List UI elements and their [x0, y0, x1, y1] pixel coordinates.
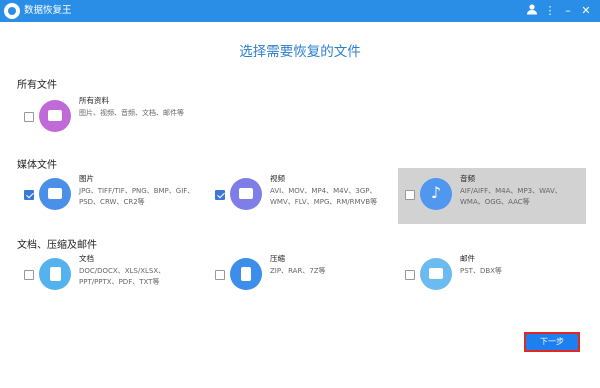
card-title: 压缩 — [270, 254, 285, 263]
card-desc: JPG、TIFF/TIF、PNG、BMP、GIF、PSD、CRW、CR2等 — [79, 187, 195, 206]
card-title: 所有资料 — [79, 96, 109, 105]
card-document[interactable]: 文档 DOC/DOCX、XLS/XLSX、PPT/PPTX、PDF、TXT等 — [17, 248, 205, 304]
card-mail[interactable]: 邮件 PST、DBX等 — [398, 248, 586, 304]
card-all-data[interactable]: 所有资料 图片、视频、音频、文档、邮件等 — [17, 90, 205, 146]
checkbox-image[interactable] — [24, 190, 34, 200]
card-image[interactable]: 图片 JPG、TIFF/TIF、PNG、BMP、GIF、PSD、CRW、CR2等 — [17, 168, 205, 224]
card-archive[interactable]: 压缩 ZIP、RAR、7Z等 — [208, 248, 396, 304]
card-desc: 图片、视频、音频、文档、邮件等 — [79, 109, 184, 117]
checkbox-video[interactable] — [215, 190, 225, 200]
card-title: 视频 — [270, 174, 285, 183]
next-step-button[interactable]: 下一步 — [524, 332, 580, 352]
checkbox-mail[interactable] — [405, 270, 415, 280]
page-title: 选择需要恢复的文件 — [239, 44, 361, 60]
card-title: 邮件 — [460, 254, 475, 263]
archive-icon — [230, 258, 262, 290]
card-title: 文档 — [79, 254, 94, 263]
checkbox-audio[interactable] — [405, 190, 415, 200]
title-bar: 数据恢复王 ⋮ – ✕ — [0, 0, 600, 22]
card-video[interactable]: 视频 AVI、MOV、MP4、M4V、3GP、WMV、FLV、MPG、RM/RM… — [208, 168, 396, 224]
user-icon[interactable] — [524, 3, 540, 19]
card-desc: AIF/AIFF、M4A、MP3、WAV、WMA、OGG、AAC等 — [460, 187, 562, 206]
close-icon[interactable]: ✕ — [578, 3, 594, 19]
document-icon — [39, 258, 71, 290]
more-menu-icon[interactable]: ⋮ — [542, 3, 558, 19]
checkbox-document[interactable] — [24, 270, 34, 280]
app-logo-icon — [4, 3, 20, 19]
card-audio[interactable]: ♪ 音频 AIF/AIFF、M4A、MP3、WAV、WMA、OGG、AAC等 — [398, 168, 586, 224]
app-title: 数据恢复王 — [24, 5, 72, 16]
video-icon — [230, 178, 262, 210]
card-desc: DOC/DOCX、XLS/XLSX、PPT/PPTX、PDF、TXT等 — [79, 267, 166, 286]
music-note-icon: ♪ — [420, 178, 452, 210]
image-icon — [39, 178, 71, 210]
minimize-icon[interactable]: – — [560, 3, 576, 19]
card-desc: PST、DBX等 — [460, 267, 502, 275]
mail-icon — [420, 258, 452, 290]
section-all-files: 所有文件 — [17, 80, 57, 91]
card-desc: AVI、MOV、MP4、M4V、3GP、WMV、FLV、MPG、RM/RMVB等 — [270, 187, 378, 206]
all-data-icon — [39, 100, 71, 132]
checkbox-all-data[interactable] — [24, 112, 34, 122]
checkbox-archive[interactable] — [215, 270, 225, 280]
card-title: 音频 — [460, 174, 475, 183]
card-title: 图片 — [79, 174, 94, 183]
card-desc: ZIP、RAR、7Z等 — [270, 267, 326, 275]
